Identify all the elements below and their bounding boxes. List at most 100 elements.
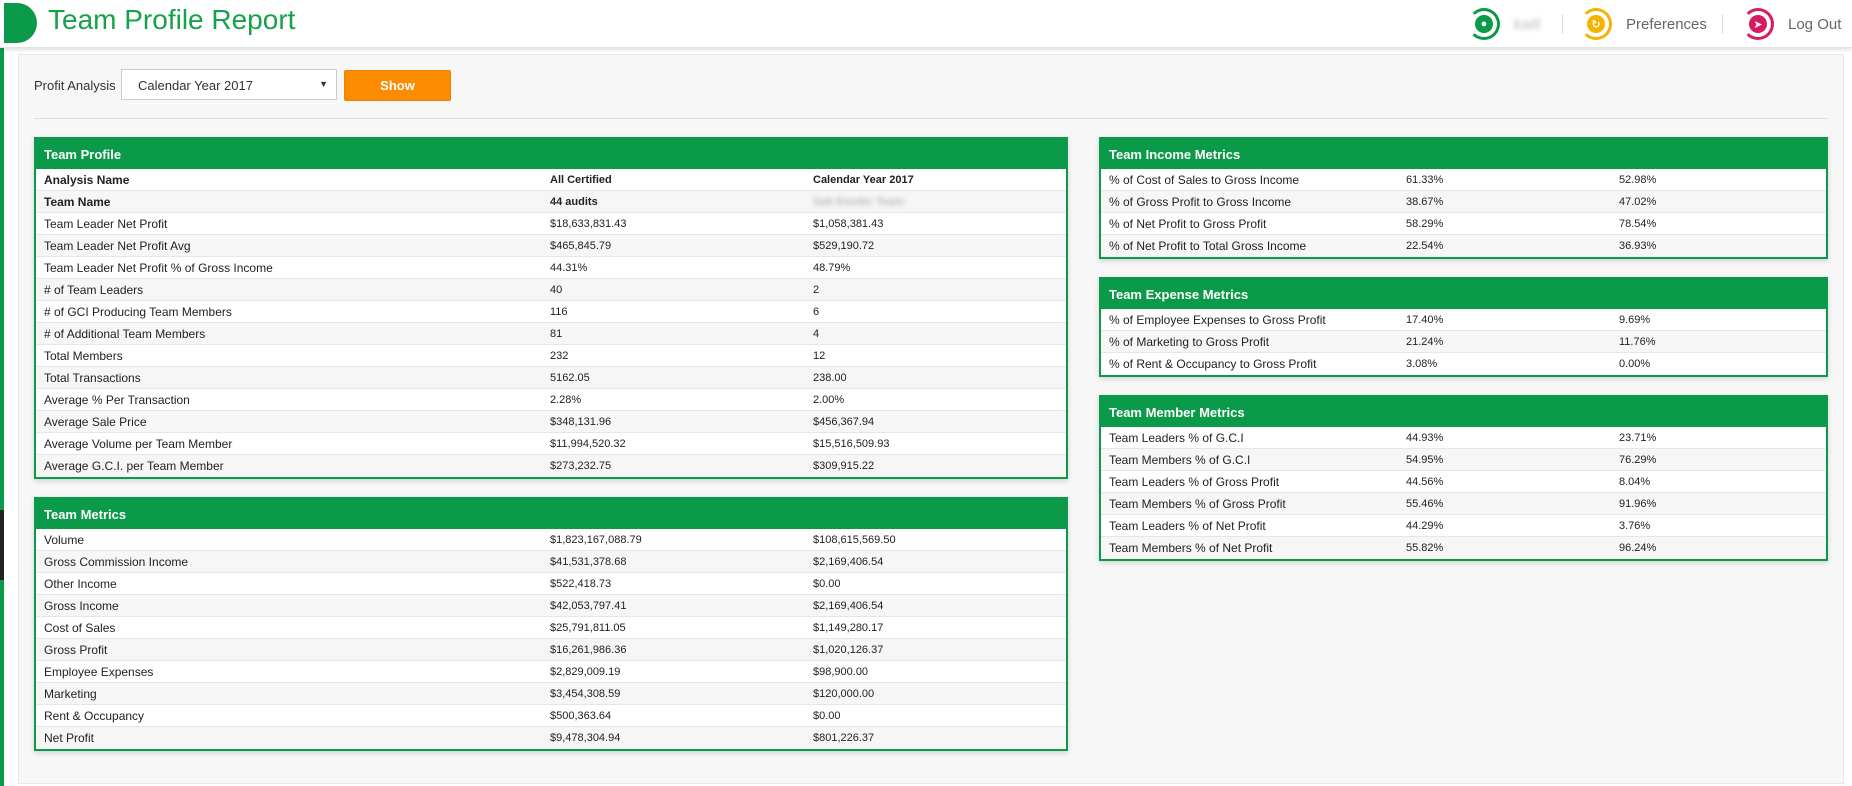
calendar-year-value: 2.00% [813, 394, 845, 406]
left-accent-bar [0, 48, 4, 786]
table-row: Team Leader Net Profit $18,633,831.43 $1,0… [36, 213, 1066, 235]
table-row: Volume $1,823,167,088.79 $108,615,569.50 [36, 529, 1066, 551]
calendar-year-value: $309,915.22 [813, 460, 875, 472]
all-certified-value: 44.29% [1406, 520, 1444, 532]
calendar-year-value: $529,190.72 [813, 240, 875, 252]
table-row: Marketing $3,454,308.59 $120,000.00 [36, 683, 1066, 705]
team-metrics-panel: Team Metrics Volume $1,823,167,088.79 $108… [34, 497, 1068, 751]
calendar-year-value: 52.98% [1619, 174, 1657, 186]
preferences-label: Preferences [1626, 15, 1707, 33]
table-row: Cost of Sales $25,791,811.05 $1,149,280.17 [36, 617, 1066, 639]
table-row: Average G.C.I. per Team Member $273,232.7… [36, 455, 1066, 477]
calendar-year-value: $108,615,569.50 [813, 534, 896, 546]
logout-label: Log Out [1788, 15, 1842, 33]
panel-title: Team Expense Metrics [1101, 277, 1826, 309]
calendar-year-value: 2 [813, 284, 820, 296]
all-certified-value: 58.29% [1406, 218, 1444, 230]
table-row: Average Sale Price $348,131.96 $456,367.94 [36, 411, 1066, 433]
row-label: % of Net Profit to Gross Profit [1109, 217, 1267, 231]
income-metrics-rows: % of Cost of Sales to Gross Income 61.33%… [1101, 169, 1826, 257]
all-certified-value: 44.56% [1406, 476, 1444, 488]
calendar-year-value: $15,516,509.93 [813, 438, 890, 450]
calendar-year-value: $801,226.37 [813, 732, 875, 744]
all-certified-value: 44 audits [550, 196, 598, 208]
income-metrics-panel: Team Income Metrics % of Cost of Sales t… [1099, 137, 1828, 259]
logout-button[interactable]: ➤ Log Out [1742, 8, 1841, 40]
left-dark-strip [0, 510, 4, 580]
row-label: Team Members % of G.C.I [1109, 453, 1251, 467]
profit-analysis-label: Profit Analysis [34, 78, 116, 93]
calendar-year-value: 91.96% [1619, 498, 1657, 510]
nav-divider [1722, 14, 1723, 34]
calendar-year-value: 47.02% [1619, 196, 1657, 208]
row-label: Team Leaders % of Gross Profit [1109, 475, 1280, 489]
all-certified-value: 17.40% [1406, 314, 1444, 326]
user-menu[interactable]: ● kaitl [1468, 8, 1541, 40]
user-icon: ● [1475, 15, 1493, 33]
table-row: Gross Commission Income $41,531,378.68 $2,… [36, 551, 1066, 573]
calendar-year-value: 12 [813, 350, 826, 362]
row-label: Average % Per Transaction [44, 393, 190, 407]
table-row: Gross Profit $16,261,986.36 $1,020,126.37 [36, 639, 1066, 661]
table-row: Team Members % of Gross Profit 55.46% 91.9… [1101, 493, 1826, 515]
all-certified-value: $465,845.79 [550, 240, 612, 252]
row-label: Average G.C.I. per Team Member [44, 459, 224, 473]
panel-title: Team Profile [36, 137, 1066, 169]
table-row: Gross Income $42,053,797.41 $2,169,406.54 [36, 595, 1066, 617]
calendar-year-value: $1,020,126.37 [813, 644, 884, 656]
all-certified-value: $11,994,520.32 [550, 438, 626, 450]
row-label: Total Members [44, 349, 123, 363]
all-certified-value: All Certified [550, 174, 612, 186]
row-label: Analysis Name [44, 173, 130, 187]
calendar-year-value: 0.00% [1619, 358, 1651, 370]
table-row: Team Members % of Net Profit 55.82% 96.24% [1101, 537, 1826, 559]
all-certified-value: 2.28% [550, 394, 582, 406]
all-certified-value: $273,232.75 [550, 460, 612, 472]
table-row: % of Net Profit to Gross Profit 58.29% 78.… [1101, 213, 1826, 235]
table-row: # of Additional Team Members 81 4 [36, 323, 1066, 345]
calendar-year-value: 6 [813, 306, 820, 318]
all-certified-value: 81 [550, 328, 563, 340]
all-certified-value: 232 [550, 350, 569, 362]
panel-title: Team Metrics [36, 497, 1066, 529]
app-logo[interactable] [4, 3, 37, 43]
all-certified-value: 44.31% [550, 262, 588, 274]
table-row: Average Volume per Team Member $11,994,52… [36, 433, 1066, 455]
caret-down-icon: ▼ [319, 79, 328, 89]
period-select-value: Calendar Year 2017 [138, 78, 253, 93]
all-certified-value: 55.46% [1406, 498, 1444, 510]
table-row: % of Rent & Occupancy to Gross Profit 3.0… [1101, 353, 1826, 375]
panel-title: Team Income Metrics [1101, 137, 1826, 169]
period-select[interactable]: Calendar Year 2017 ▼ [121, 69, 337, 100]
show-button[interactable]: Show [344, 70, 451, 101]
preferences-button[interactable]: ↻ Preferences [1580, 8, 1707, 40]
all-certified-value: $3,454,308.59 [550, 688, 621, 700]
panel-title: Team Member Metrics [1101, 395, 1826, 427]
all-certified-value: $522,418.73 [550, 578, 612, 590]
table-row: Total Transactions 5162.05 238.00 [36, 367, 1066, 389]
all-certified-value: $2,829,009.19 [550, 666, 621, 678]
row-label: Team Leaders % of G.C.I [1109, 431, 1244, 445]
all-certified-value: 5162.05 [550, 372, 590, 384]
row-label: Team Members % of Net Profit [1109, 541, 1273, 555]
refresh-icon-ring: ↻ [1580, 8, 1612, 40]
all-certified-value: 55.82% [1406, 542, 1444, 554]
row-label: Team Leader Net Profit % of Gross Income [44, 261, 273, 275]
row-label: Team Leaders % of Net Profit [1109, 519, 1266, 533]
all-certified-value: 61.33% [1406, 174, 1444, 186]
row-label: Other Income [44, 577, 117, 591]
all-certified-value: $348,131.96 [550, 416, 612, 428]
calendar-year-value: $2,169,406.54 [813, 556, 884, 568]
calendar-year-value: 9.69% [1619, 314, 1651, 326]
table-row: # of GCI Producing Team Members 116 6 [36, 301, 1066, 323]
user-icon-ring: ● [1468, 8, 1500, 40]
table-row: % of Marketing to Gross Profit 21.24% 11.7… [1101, 331, 1826, 353]
table-row: Total Members 232 12 [36, 345, 1066, 367]
top-header: Team Profile Report ● kaitl ↻ Preference… [0, 0, 1852, 48]
divider [34, 118, 1828, 119]
all-certified-value: $42,053,797.41 [550, 600, 627, 612]
table-row: Team Leaders % of G.C.I 44.93% 23.71% [1101, 427, 1826, 449]
row-label: Gross Income [44, 599, 119, 613]
calendar-year-value: 48.79% [813, 262, 851, 274]
calendar-year-value: $0.00 [813, 578, 841, 590]
